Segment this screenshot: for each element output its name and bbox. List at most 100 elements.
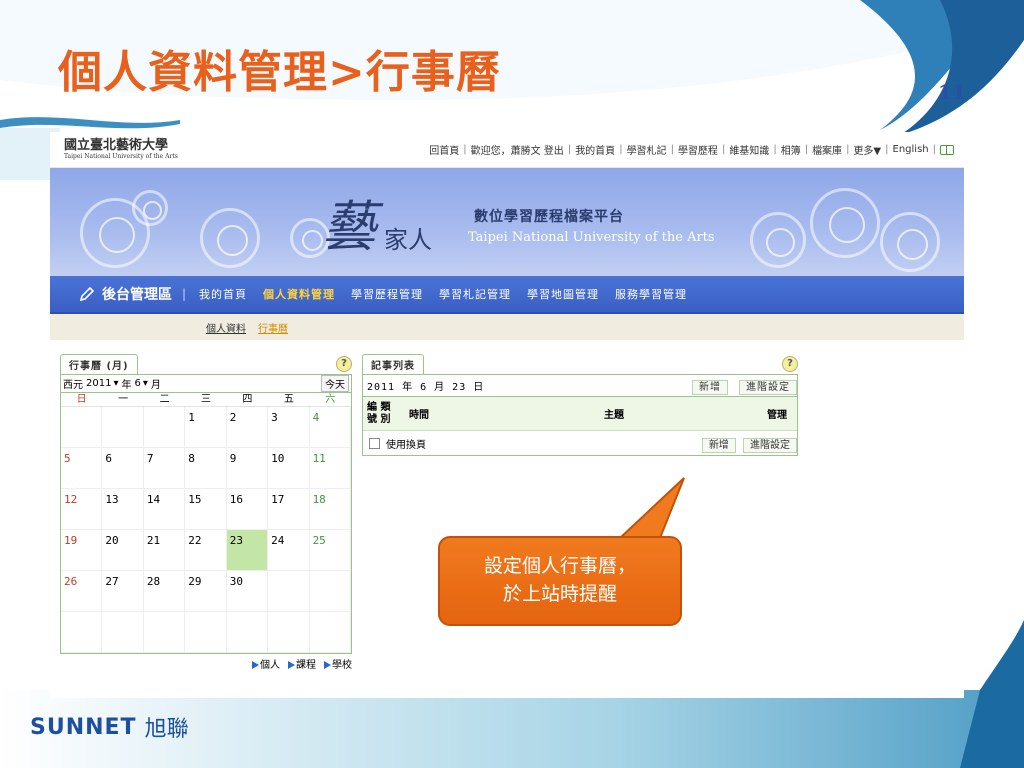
advanced-settings-button[interactable]: 進階設定 [739,380,797,395]
nav-personal-data[interactable]: 個人資料管理 [260,286,338,302]
calendar-day-cell[interactable]: 4 [309,407,351,448]
link-english[interactable]: English [893,144,929,155]
calendar-day-cell[interactable]: 11 [309,448,351,489]
calendar-day-cell[interactable]: 6 [102,448,144,489]
col-time: 時間 [409,410,429,421]
calendar-day-cell[interactable]: 26 [61,571,103,612]
link-welcome-logout[interactable]: 歡迎您，蕭勝文 登出 [471,142,564,157]
year-suffix: 年 [121,380,132,391]
chevron-down-icon: ▾ [142,378,148,389]
calendar-day-cell[interactable]: 24 [268,530,310,571]
link-portfolio[interactable]: 學習歷程 [678,142,718,157]
link-wiki[interactable]: 維基知識 [729,142,769,157]
calendar-day-cell[interactable]: 2 [226,407,269,448]
nav-notes-admin[interactable]: 學習札記管理 [436,286,514,302]
calendar-day-cell[interactable]: 10 [268,448,310,489]
link-notes[interactable]: 學習札記 [627,142,667,157]
legend-course[interactable]: 課程 [288,656,316,671]
calendar-day-cell[interactable]: 18 [309,489,351,530]
calendar-day-cell[interactable]: 1 [185,407,227,448]
nav-portfolio-admin[interactable]: 學習歷程管理 [348,286,426,302]
calendar-day-cell[interactable]: 25 [309,530,351,571]
legend-school[interactable]: 學校 [324,656,352,671]
calendar-tab[interactable]: 行事曆 (月) [60,354,138,374]
add-event-button[interactable]: 新增 [691,380,728,395]
calendar-day-cell[interactable]: 21 [143,530,186,571]
slide-title: 個人資料管理>行事曆 [58,47,501,98]
nav-my-home[interactable]: 我的首頁 [196,286,250,302]
year-select[interactable]: 2011 ▾ [86,378,118,389]
admin-area-link[interactable]: 後台管理區 [78,284,172,304]
subnav-calendar[interactable]: 行事曆 [258,320,288,335]
sub-nav: 個人資料 行事曆 [50,314,964,340]
legend-personal[interactable]: 個人 [252,656,280,671]
calendar-day-cell[interactable]: 16 [226,489,269,530]
calendar-day-cell [61,612,103,653]
calendar-day-cell[interactable]: 13 [102,489,144,530]
nav-service-admin[interactable]: 服務學習管理 [612,286,690,302]
slide-page-number: 11 [938,80,966,104]
col-manage: 管理 [767,410,787,421]
calendar-day-cell[interactable]: 5 [61,448,103,489]
platform-name-en: Taipei National University of the Arts [468,230,715,245]
calendar-grid: 日一二三四五六 1 2 3 4 5 6 7 8 9 10 11 12 13 14 15 16 17 18 19 20 21… [61,393,351,653]
brand-mark: 藝 [322,195,376,258]
today-button[interactable]: 今天 [321,375,349,392]
book-icon[interactable] [940,144,954,155]
banner: 藝 家人 數位學習歷程檔案平台 Taipei National Universi… [50,168,964,276]
calendar-day-cell [143,612,186,653]
help-icon[interactable]: ? [336,356,352,372]
top-links: 回首頁 | 歡迎您，蕭勝文 登出 | 我的首頁 | 學習札記 | 學習歷程 | 維基知識 |… [429,142,954,157]
callout-line1: 設定個人行事曆， [483,555,636,577]
page-switch-checkbox[interactable] [369,437,380,449]
calendar-day-cell [61,407,103,448]
link-home[interactable]: 回首頁 [429,142,459,157]
main-nav: 後台管理區 | 我的首頁 個人資料管理 學習歷程管理 學習札記管理 學習地圖管理… [50,276,964,314]
calendar-day-cell [226,612,269,653]
calendar-day-cell [309,612,351,653]
calendar-day-cell[interactable]: 30 [226,571,269,612]
advanced-settings-button[interactable]: 進階設定 [743,437,797,453]
events-widget: 記事列表 ? 2011 年 6 月 23 日 新增 進階設定 編 類 號 別 時… [362,354,798,456]
calendar-day-cell [268,571,310,612]
calendar-day-cell[interactable]: 27 [102,571,144,612]
link-my-home[interactable]: 我的首頁 [575,142,615,157]
callout-line2: 於上站時提醒 [502,583,617,605]
subnav-personal-data[interactable]: 個人資料 [206,320,246,335]
link-album[interactable]: 相簿 [781,142,801,157]
brand-mark-sub: 家人 [384,226,432,254]
events-tab[interactable]: 記事列表 [362,354,424,374]
calendar-day-cell[interactable]: 8 [185,448,227,489]
calendar-day-cell[interactable]: 28 [143,571,186,612]
link-files[interactable]: 檔案庫 [812,142,842,157]
col-subject: 主題 [604,410,624,421]
swirl-decoration [750,212,806,268]
link-more[interactable]: 更多▼ [853,142,881,157]
school-logo[interactable]: 國立臺北藝術大學 Taipei National University of t… [64,139,178,160]
calendar-day-cell[interactable]: 23 [226,530,269,571]
calendar-day-cell[interactable]: 3 [268,407,310,448]
calendar-day-cell[interactable]: 7 [143,448,186,489]
calendar-day-cell[interactable]: 17 [268,489,310,530]
calendar-day-cell[interactable]: 29 [185,571,227,612]
nav-map-admin[interactable]: 學習地圖管理 [524,286,602,302]
add-event-button[interactable]: 新增 [701,437,736,453]
calendar-day-cell[interactable]: 9 [226,448,269,489]
month-select[interactable]: 6 ▾ [134,378,147,389]
platform-name-cn: 數位學習歷程檔案平台 [474,209,624,225]
calendar-day-cell[interactable]: 19 [61,530,103,571]
footer-brand: SUNNET [30,714,137,740]
events-date: 2011 年 6 月 23 日 [367,382,485,393]
swirl-decoration [810,188,880,258]
pencil-icon [78,285,96,303]
calendar-day-cell[interactable]: 15 [185,489,227,530]
col-header-line2: 號 別 [367,413,391,425]
help-icon[interactable]: ? [782,356,798,372]
calendar-day-cell[interactable]: 12 [61,489,103,530]
calendar-day-cell[interactable]: 14 [143,489,186,530]
weekday-header: 日 [61,393,103,407]
calendar-day-cell[interactable]: 22 [185,530,227,571]
calendar-day-cell[interactable]: 20 [102,530,144,571]
legend-school-label: 學校 [332,660,352,671]
col-header-line1: 編 類 [367,401,391,413]
